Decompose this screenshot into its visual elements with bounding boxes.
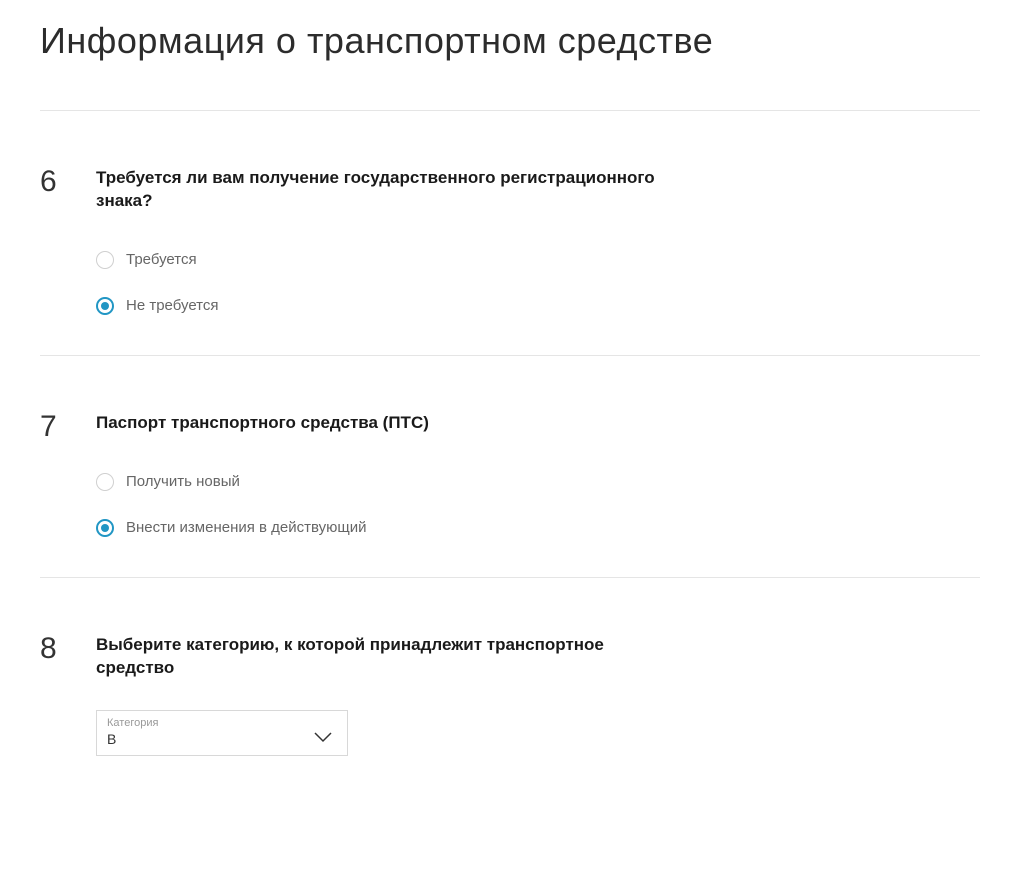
radio-icon [96, 251, 114, 269]
question-body-7: Паспорт транспортного средства (ПТС) Пол… [96, 412, 656, 537]
question-8: 8 Выберите категорию, к которой принадле… [40, 578, 980, 796]
radio-option-modify-existing[interactable]: Внести изменения в действующий [96, 519, 656, 537]
question-title-8: Выберите категорию, к которой принадлежи… [96, 634, 656, 680]
radio-icon [96, 519, 114, 537]
radio-icon [96, 473, 114, 491]
radio-option-required[interactable]: Требуется [96, 251, 656, 269]
category-select[interactable]: Категория В [96, 710, 348, 756]
radio-list-7: Получить новый Внести изменения в действ… [96, 465, 656, 537]
radio-icon [96, 297, 114, 315]
radio-label: Требуется [126, 251, 197, 268]
question-body-8: Выберите категорию, к которой принадлежи… [96, 634, 656, 756]
chevron-down-icon [313, 731, 337, 747]
select-label: Категория [107, 717, 158, 729]
question-title-6: Требуется ли вам получение государственн… [96, 167, 656, 213]
radio-label: Получить новый [126, 473, 240, 490]
radio-list-6: Требуется Не требуется [96, 243, 656, 315]
question-number-7: 7 [40, 412, 96, 537]
question-6: 6 Требуется ли вам получение государстве… [40, 111, 980, 355]
question-number-8: 8 [40, 634, 96, 756]
question-title-7: Паспорт транспортного средства (ПТС) [96, 412, 656, 435]
question-body-6: Требуется ли вам получение государственн… [96, 167, 656, 315]
select-value: В [107, 731, 158, 747]
question-number-6: 6 [40, 167, 96, 315]
question-7: 7 Паспорт транспортного средства (ПТС) П… [40, 356, 980, 577]
page-title: Информация о транспортном средстве [40, 20, 980, 62]
radio-label: Не требуется [126, 297, 219, 314]
radio-option-get-new[interactable]: Получить новый [96, 473, 656, 491]
radio-option-not-required[interactable]: Не требуется [96, 297, 656, 315]
radio-label: Внести изменения в действующий [126, 519, 367, 536]
select-text: Категория В [107, 717, 158, 747]
